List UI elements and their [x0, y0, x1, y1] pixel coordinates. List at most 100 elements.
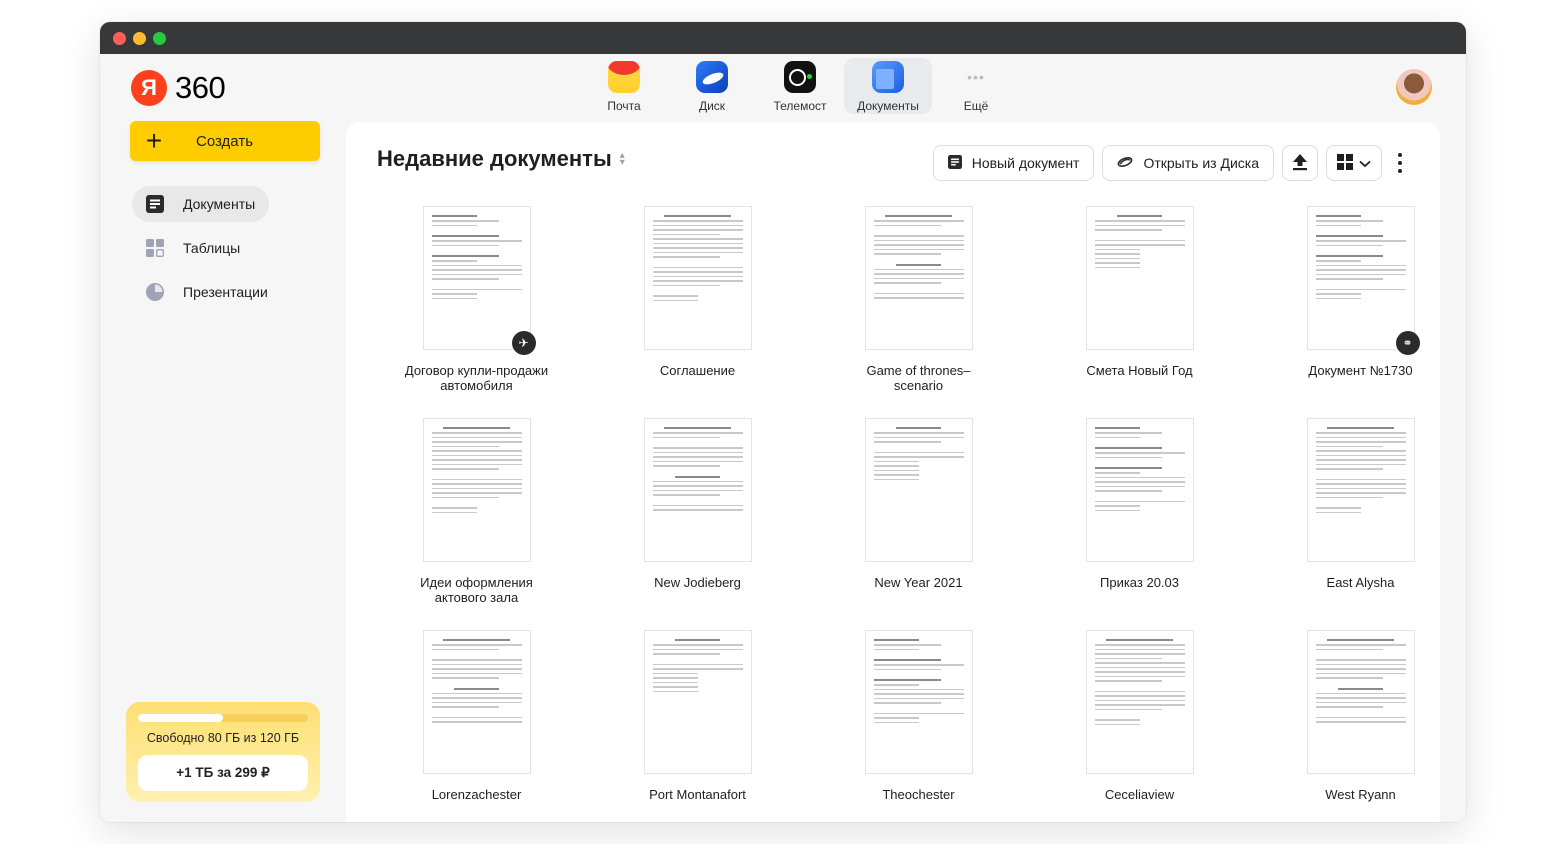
thumbnail-line: [431, 273, 522, 275]
yandex-360-logo[interactable]: Я 360: [131, 70, 226, 106]
minimize-window-button[interactable]: [133, 32, 146, 45]
document-card[interactable]: Приказ 20.03: [1029, 418, 1250, 630]
sort-icon[interactable]: ▴ ▾: [620, 151, 625, 168]
sidebar-item-presentations[interactable]: Презентации: [132, 274, 282, 310]
upload-button[interactable]: [1282, 145, 1318, 181]
document-thumbnail: [1085, 206, 1194, 350]
thumbnail-line: [652, 644, 743, 646]
thumbnail-line: [1315, 297, 1361, 299]
thumbnail-line: [431, 220, 499, 222]
document-card[interactable]: Game of thrones–scenario: [808, 206, 1029, 418]
document-card[interactable]: Соглашение: [587, 206, 808, 418]
document-card[interactable]: New Year 2021: [808, 418, 1029, 630]
pin-icon[interactable]: ✈: [511, 331, 536, 355]
create-button[interactable]: + Создать: [130, 121, 320, 161]
thumbnail-line: [431, 487, 522, 489]
thumbnail-line: [431, 697, 522, 699]
thumbnail-line: [652, 509, 743, 511]
document-thumbnail: [864, 418, 973, 562]
thumbnail-line: [1094, 456, 1162, 458]
thumbnail-line: [1315, 483, 1406, 485]
page-title-text: Недавние документы: [377, 146, 612, 171]
thumbnail-line: [431, 663, 522, 665]
thumbnail-line: [652, 247, 743, 249]
thumbnail-line: [652, 480, 743, 482]
thumbnail-line: [1094, 248, 1140, 250]
thumbnail-line: [1094, 481, 1185, 483]
thumbnail-line: [873, 659, 941, 661]
thumbnail-line: [431, 432, 522, 434]
close-window-button[interactable]: [113, 32, 126, 45]
thumbnail-line: [652, 251, 743, 253]
user-avatar[interactable]: [1396, 69, 1432, 105]
document-card[interactable]: Theochester: [808, 630, 1029, 822]
thumbnail-line: [873, 693, 964, 695]
thumbnail-line: [873, 451, 964, 453]
document-card[interactable]: New Jodieberg: [587, 418, 808, 630]
document-card[interactable]: Lorenzachester: [366, 630, 587, 822]
thumbnail-line: [1315, 644, 1406, 646]
thumbnail-line: [1094, 432, 1162, 434]
thumbnail-line: [1315, 468, 1383, 470]
thumbnail-line: [652, 432, 743, 434]
document-thumbnail: [1306, 418, 1415, 562]
document-thumbnail: [643, 418, 752, 562]
service-documents[interactable]: Документы: [844, 58, 932, 114]
document-card[interactable]: Идеи оформления актового зала: [366, 418, 587, 630]
thumbnail-line: [431, 454, 522, 456]
thumbnail-line: [431, 441, 522, 443]
document-card[interactable]: West Ryann: [1250, 630, 1466, 822]
document-title: Приказ 20.03: [1100, 575, 1179, 590]
thumbnail-line: [1094, 224, 1185, 226]
more-vertical-icon[interactable]: [1390, 145, 1410, 181]
document-card[interactable]: Ceceliaview: [1029, 630, 1250, 822]
document-card[interactable]: Port Montanafort: [587, 630, 808, 822]
sidebar-item-spreadsheets[interactable]: Таблицы: [132, 230, 254, 266]
document-card[interactable]: ✈ Договор купли-продажи автомобиля: [366, 206, 587, 418]
thumbnail-line: [873, 224, 941, 226]
document-title: Ceceliaview: [1104, 787, 1175, 802]
thumbnail-line: [1094, 229, 1162, 231]
service-disk[interactable]: Диск: [668, 58, 756, 114]
thumbnail-line: [873, 465, 919, 467]
thumbnail-line: [1315, 487, 1406, 489]
thumbnail-line: [1094, 719, 1140, 721]
view-mode-dropdown[interactable]: [1326, 145, 1382, 181]
thumbnail-line: [1094, 447, 1162, 449]
new-document-button[interactable]: Новый документ: [932, 145, 1095, 181]
document-card[interactable]: East Alysha: [1250, 418, 1466, 630]
thumbnail-line: [1315, 496, 1383, 498]
service-telemost[interactable]: Телемост: [756, 58, 844, 114]
service-mail[interactable]: Почта: [580, 58, 668, 114]
thumbnail-line: [454, 687, 499, 690]
thumbnail-line: [873, 478, 919, 480]
document-card[interactable]: Смета Новый Год: [1029, 206, 1250, 418]
buy-storage-button[interactable]: +1 ТБ за 299 ₽: [138, 755, 308, 791]
document-title: Документ №1730: [1308, 363, 1413, 378]
thumbnail-line: [431, 644, 522, 646]
document-card[interactable]: ⚭ Документ №1730: [1250, 206, 1466, 418]
thumbnail-line: [431, 721, 522, 723]
document-thumbnail: [422, 630, 531, 774]
mail-icon: [608, 61, 640, 93]
thumbnail-line: [873, 712, 964, 714]
link-icon[interactable]: ⚭: [1395, 331, 1420, 355]
service-label: Документы: [857, 99, 919, 113]
thumbnail-line: [431, 235, 499, 237]
thumbnail-line: [1094, 644, 1185, 646]
storage-widget: Свободно 80 ГБ из 120 ГБ +1 ТБ за 299 ₽: [126, 702, 320, 802]
thumbnail-line: [1094, 666, 1185, 668]
maximize-window-button[interactable]: [153, 32, 166, 45]
thumbnail-line: [652, 504, 743, 506]
thumbnail-line: [1094, 671, 1185, 673]
open-from-disk-button[interactable]: Открыть из Диска: [1102, 145, 1274, 181]
thumbnail-line: [652, 224, 743, 226]
document-thumbnail: [1085, 418, 1194, 562]
plus-icon: +: [145, 125, 163, 156]
thumbnail-line: [431, 668, 522, 670]
thumbnail-line: [873, 688, 964, 690]
service-more[interactable]: ••• Ещё: [932, 58, 1020, 114]
service-label: Почта: [607, 99, 641, 113]
thumbnail-line: [675, 475, 720, 478]
sidebar-item-documents[interactable]: Документы: [132, 186, 270, 222]
